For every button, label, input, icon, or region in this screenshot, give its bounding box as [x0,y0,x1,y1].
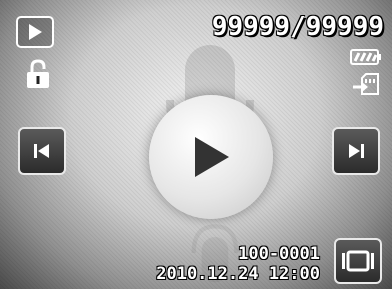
file-number: 100-0001 [238,244,320,264]
camera-playback-screen: 99999/99999 100-0001 2010.12.24 12:00 [0,0,392,289]
slideshow-button[interactable] [334,238,382,284]
next-button[interactable] [332,127,380,175]
recording-datetime: 2010.12.24 12:00 [156,264,320,284]
play-triangle-icon [29,24,42,40]
previous-button[interactable] [18,127,66,175]
playback-mode-icon[interactable] [16,16,54,48]
lock-icon [27,59,49,88]
play-button[interactable] [149,95,273,219]
battery-icon [350,49,381,65]
slideshow-icon [342,250,374,272]
memory-card-icon [353,73,379,95]
previous-icon [34,144,49,158]
play-icon [195,137,229,177]
image-counter: 99999/99999 [211,12,384,42]
next-icon [349,144,364,158]
